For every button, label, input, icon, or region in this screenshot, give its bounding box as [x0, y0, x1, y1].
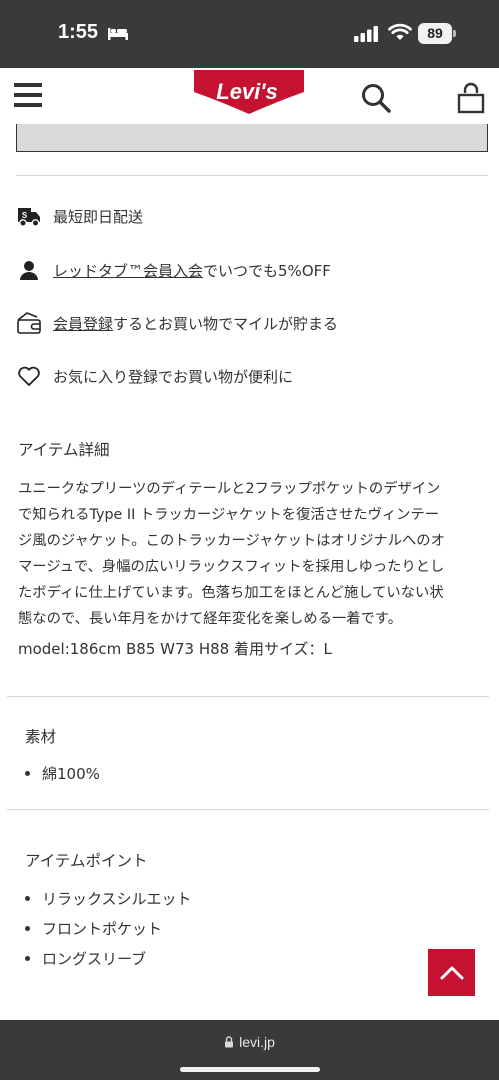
chevron-up-icon	[440, 966, 463, 979]
search-icon[interactable]	[360, 82, 392, 114]
menu-icon[interactable]	[14, 83, 42, 113]
url-text: levi.jp	[239, 1034, 275, 1050]
bullet-dot	[25, 896, 30, 901]
feature-miles: 会員登録するとお買い物でマイルが貯まる	[16, 311, 338, 335]
bed-icon	[108, 28, 128, 40]
item-point-label: ロングスリーブ	[42, 950, 147, 968]
cut-off-button[interactable]	[16, 124, 488, 152]
feature-member-discount: レッドタブ™会員入会でいつでも5%OFF	[16, 258, 331, 282]
wifi-icon	[388, 23, 412, 40]
feature-fast-delivery: S 最短即日配送	[16, 204, 143, 228]
battery-nub	[453, 30, 456, 37]
material-heading: 素材	[25, 728, 57, 746]
bullet-dot	[25, 926, 30, 931]
item-details-line: 態なので、長い年月をかけて経年変化を楽しめる一着です。	[18, 611, 403, 627]
svg-text:S: S	[22, 211, 28, 220]
bag-icon[interactable]	[456, 82, 486, 114]
status-bar: 1:55 89	[0, 0, 499, 68]
back-to-top-button[interactable]	[428, 949, 475, 996]
divider	[7, 696, 489, 697]
feature-text: お気に入り登録でお買い物が便利に	[53, 367, 294, 386]
item-details-body: ユニークなプリーツのディテールと2フラップポケットのデザイン で知られるType…	[18, 476, 486, 632]
feature-text-member: レッドタブ™会員入会でいつでも5%OFF	[53, 260, 331, 281]
model-info: model:186cm B85 W73 H88 着用サイズ：L	[18, 640, 332, 658]
svg-text:R: R	[289, 74, 294, 81]
item-details-line: マージュで、身幅の広いリラックスフィットを採用しゆったりとし	[18, 559, 445, 575]
item-point: ロングスリーブ	[25, 948, 146, 969]
member-register-link[interactable]: 会員登録	[53, 315, 113, 333]
bullet-dot	[25, 771, 30, 776]
item-points-heading: アイテムポイント	[25, 852, 148, 870]
signal-icon	[354, 26, 378, 42]
lock-icon	[225, 1036, 234, 1048]
feature-text: するとお買い物でマイルが貯まる	[113, 314, 339, 333]
bullet-dot	[25, 956, 30, 961]
divider	[7, 809, 489, 810]
truck-icon: S	[16, 204, 42, 228]
url-display[interactable]: levi.jp	[0, 1034, 499, 1050]
item-details-line: で知られるType II トラッカージャケットを復活させたヴィンテー	[18, 507, 440, 523]
item-details-heading: アイテム詳細	[18, 441, 110, 459]
item-point-label: リラックスシルエット	[42, 890, 192, 908]
svg-text:Levi's: Levi's	[216, 79, 278, 104]
material-item-label: 綿100%	[42, 765, 100, 783]
heart-icon	[16, 364, 42, 388]
feature-text-register: 会員登録するとお買い物でマイルが貯まる	[53, 313, 338, 334]
item-details-line: たボディに仕上げています。色落ち加工をほとんど施していない状	[18, 585, 444, 601]
status-time: 1:55	[58, 21, 99, 43]
battery-icon: 89	[418, 23, 452, 44]
red-tab-signup-link[interactable]: レッドタブ™会員入会	[53, 262, 203, 280]
feature-text: 最短即日配送	[53, 207, 144, 226]
item-point: リラックスシルエット	[25, 888, 192, 909]
person-icon	[16, 258, 42, 282]
item-point: フロントポケット	[25, 918, 162, 939]
feature-text: でいつでも5%OFF	[203, 261, 331, 280]
divider	[16, 175, 488, 176]
site-header: Levi's R	[0, 68, 499, 126]
levis-logo[interactable]: Levi's R	[192, 70, 308, 116]
item-point-label: フロントポケット	[42, 920, 163, 938]
item-details-line: ユニークなプリーツのディテールと2フラップポケットのデザイン	[18, 481, 441, 497]
home-indicator[interactable]	[180, 1067, 320, 1072]
item-details-line: ジ風のジャケット。このトラッカージャケットはオリジナルへのオ	[18, 533, 445, 549]
wallet-icon	[16, 311, 42, 335]
material-item: 綿100%	[25, 763, 100, 784]
feature-favorites: お気に入り登録でお買い物が便利に	[16, 364, 293, 388]
